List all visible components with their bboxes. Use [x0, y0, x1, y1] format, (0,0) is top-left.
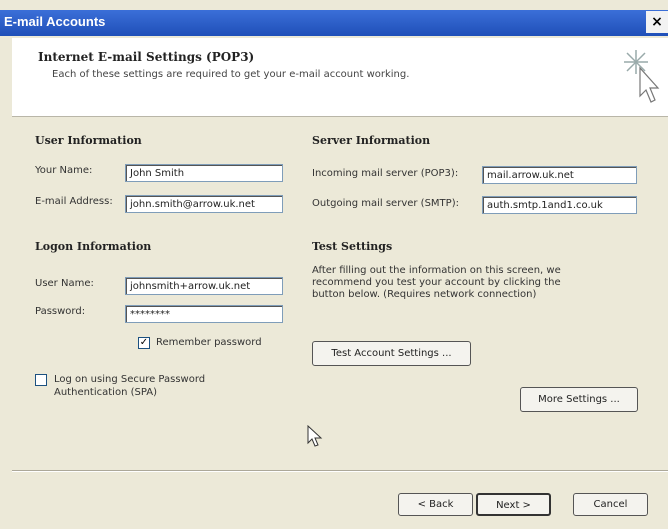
remember-password-label: Remember password — [156, 337, 262, 348]
mouse-cursor-icon — [307, 425, 323, 447]
header-title: Internet E-mail Settings (POP3) — [38, 50, 255, 64]
spa-checkbox[interactable] — [35, 374, 47, 386]
more-settings-button[interactable]: More Settings ... — [520, 387, 638, 412]
header-subtitle: Each of these settings are required to g… — [52, 69, 410, 80]
incoming-server-field[interactable]: mail.arrow.uk.net — [482, 166, 637, 184]
incoming-server-label: Incoming mail server (POP3): — [312, 168, 459, 179]
user-name-field[interactable]: johnsmith+arrow.uk.net — [125, 277, 283, 295]
wizard-header: Internet E-mail Settings (POP3) Each of … — [12, 38, 668, 117]
test-settings-description: After filling out the information on thi… — [312, 265, 561, 300]
cancel-button[interactable]: Cancel — [573, 493, 648, 516]
wizard-sparkle-cursor-icon — [624, 50, 660, 103]
test-account-settings-button[interactable]: Test Account Settings ... — [312, 341, 471, 366]
title-bar: E-mail Accounts × — [0, 10, 668, 36]
your-name-field[interactable]: John Smith — [125, 164, 283, 182]
password-label: Password: — [35, 306, 86, 317]
window-title: E-mail Accounts — [4, 14, 106, 29]
user-name-label: User Name: — [35, 278, 94, 289]
logon-info-heading: Logon Information — [35, 240, 152, 253]
your-name-label: Your Name: — [35, 165, 93, 176]
next-button[interactable]: Next > — [476, 493, 551, 516]
test-settings-heading: Test Settings — [312, 240, 393, 253]
user-info-heading: User Information — [35, 134, 142, 147]
email-address-label: E-mail Address: — [35, 196, 113, 207]
back-button[interactable]: < Back — [398, 493, 473, 516]
spa-label-line1: Log on using Secure Password — [54, 374, 206, 385]
outgoing-server-field[interactable]: auth.smtp.1and1.co.uk — [482, 196, 637, 214]
email-address-field[interactable]: john.smith@arrow.uk.net — [125, 195, 283, 213]
spa-label-line2: Authentication (SPA) — [54, 387, 157, 398]
footer-divider — [12, 470, 668, 472]
close-icon[interactable]: × — [646, 11, 668, 33]
password-field[interactable]: ******** — [125, 305, 283, 323]
outgoing-server-label: Outgoing mail server (SMTP): — [312, 198, 459, 209]
server-info-heading: Server Information — [312, 134, 431, 147]
remember-password-checkbox[interactable]: ✓ — [138, 337, 150, 349]
